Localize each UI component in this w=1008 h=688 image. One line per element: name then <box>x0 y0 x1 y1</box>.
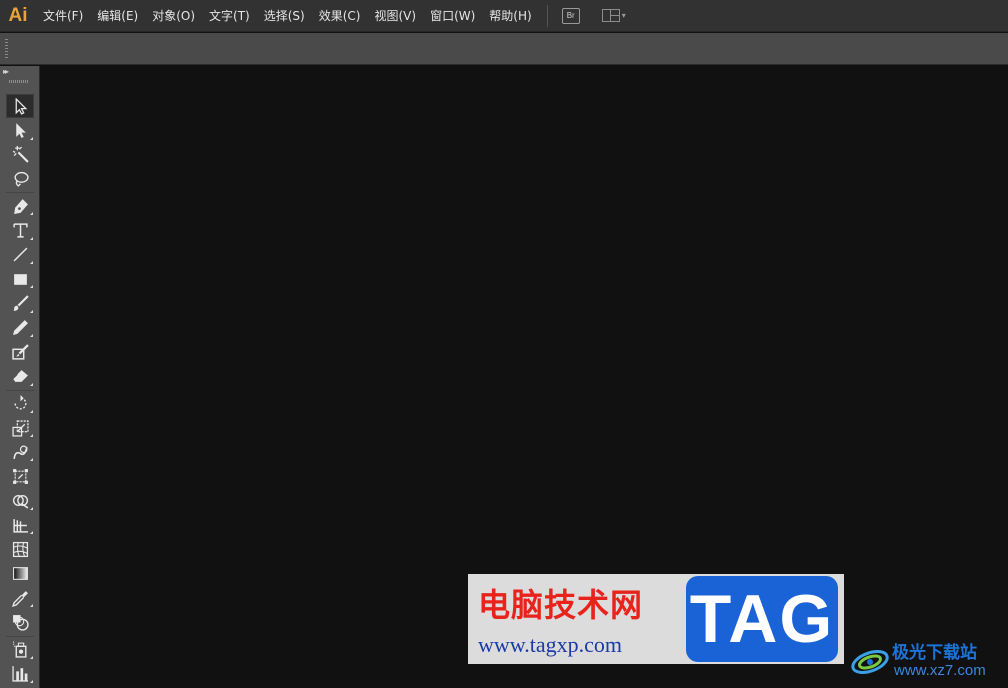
pen-icon <box>13 198 28 214</box>
column-graph-icon <box>11 666 28 683</box>
gradient-icon <box>12 567 28 581</box>
tool-separator <box>6 635 34 637</box>
tool-list <box>6 94 34 688</box>
bridge-button[interactable]: Br <box>561 7 580 24</box>
watermark-tagxp: 电脑技术网 www.tagxp.com TAG <box>468 574 844 664</box>
flyout-indicator <box>30 458 33 462</box>
free-transform-icon <box>12 469 28 485</box>
pencil-icon <box>12 320 28 336</box>
tool-gradient[interactable] <box>6 562 34 586</box>
flyout-indicator <box>30 212 33 216</box>
watermark-xz7-url: www.xz7.com <box>894 662 986 679</box>
menu-window[interactable]: 窗口(W) <box>423 0 482 32</box>
flyout-indicator <box>30 261 33 265</box>
menu-view[interactable]: 视图(V) <box>367 0 423 32</box>
flyout-indicator <box>30 655 33 659</box>
tool-rectangle[interactable] <box>6 267 34 291</box>
type-icon <box>12 223 28 238</box>
tool-eyedropper[interactable] <box>6 586 34 610</box>
tool-lasso[interactable] <box>6 167 34 191</box>
tool-perspective-grid[interactable] <box>6 513 34 537</box>
lasso-icon <box>13 171 29 187</box>
menu-object[interactable]: 对象(O) <box>145 0 202 32</box>
tool-eraser[interactable] <box>6 364 34 388</box>
paintbrush-icon <box>12 295 29 311</box>
tools-panel-grip[interactable] <box>9 80 29 83</box>
menu-help[interactable]: 帮助(H) <box>482 0 538 32</box>
tool-column-graph[interactable] <box>6 662 34 686</box>
flyout-indicator <box>30 136 33 140</box>
symbol-sprayer-icon <box>12 641 27 658</box>
watermark-tagxp-title: 电脑技术网 <box>478 586 644 624</box>
tool-selection[interactable] <box>6 94 34 119</box>
blend-icon <box>12 614 29 631</box>
tool-paintbrush[interactable] <box>6 291 34 315</box>
flyout-indicator <box>30 309 33 313</box>
magic-wand-icon <box>12 146 29 163</box>
menu-edit[interactable]: 编辑(E) <box>90 0 145 32</box>
control-bar-grip[interactable] <box>5 39 8 59</box>
shape-builder-icon <box>12 495 28 509</box>
tool-warp[interactable] <box>6 440 34 464</box>
tool-type[interactable] <box>6 218 34 242</box>
tool-free-transform[interactable] <box>6 464 34 488</box>
tool-blend[interactable] <box>6 610 34 634</box>
tool-separator <box>6 192 34 194</box>
tool-pen[interactable] <box>6 194 34 218</box>
tool-mesh[interactable] <box>6 537 34 561</box>
watermark-xz7: 极光下载站 www.xz7.com <box>848 636 1006 686</box>
flyout-indicator <box>30 236 33 240</box>
eyedropper-icon <box>11 590 28 607</box>
workspace-switcher[interactable]: ▾ <box>601 9 626 22</box>
selection-arrow-icon <box>15 97 27 115</box>
tool-pencil[interactable] <box>6 316 34 340</box>
menu-select[interactable]: 选择(S) <box>257 0 312 32</box>
direct-selection-icon <box>15 123 26 138</box>
tool-direct-selection[interactable] <box>6 118 34 142</box>
flyout-indicator <box>30 507 33 511</box>
menu-type[interactable]: 文字(T) <box>202 0 257 32</box>
flyout-indicator <box>30 409 33 413</box>
tool-scale[interactable] <box>6 416 34 440</box>
menu-file[interactable]: 文件(F) <box>36 0 90 32</box>
flyout-indicator <box>30 285 33 289</box>
perspective-grid-icon <box>12 518 28 533</box>
flyout-indicator <box>30 604 33 608</box>
control-bar <box>0 33 1008 65</box>
watermark-tagxp-url: www.tagxp.com <box>478 632 622 657</box>
rectangle-icon <box>13 273 27 285</box>
eraser-icon <box>12 370 28 382</box>
aurora-logo-icon <box>851 650 889 674</box>
watermark-xz7-name: 极光下载站 <box>892 643 977 663</box>
chevron-down-icon: ▾ <box>621 11 626 20</box>
tool-separator <box>6 389 34 391</box>
flyout-indicator <box>30 680 33 684</box>
menu-separator <box>546 4 548 27</box>
watermark-tag-badge: TAG <box>686 576 838 662</box>
menu-bar: Ai 文件(F) 编辑(E) 对象(O) 文字(T) 选择(S) 效果(C) 视… <box>0 0 1008 32</box>
flyout-indicator <box>30 382 33 386</box>
menu-effect[interactable]: 效果(C) <box>312 0 368 32</box>
tools-panel: ▸▸ <box>0 66 40 688</box>
flyout-indicator <box>30 531 33 535</box>
blob-brush-icon <box>11 343 29 360</box>
flyout-indicator <box>30 333 33 337</box>
line-segment-icon <box>13 248 27 262</box>
app-logo: Ai <box>8 4 28 26</box>
tool-shape-builder[interactable] <box>6 489 34 513</box>
tool-line-segment[interactable] <box>6 243 34 267</box>
collapse-panel-icon[interactable]: ▸▸ <box>3 67 9 76</box>
scale-icon <box>11 419 29 437</box>
rotate-icon <box>13 395 26 410</box>
tool-rotate[interactable] <box>6 392 34 416</box>
layout-grid-icon <box>601 9 620 22</box>
tool-symbol-sprayer[interactable] <box>6 638 34 662</box>
mesh-icon <box>12 541 28 558</box>
warp-icon <box>12 445 28 459</box>
flyout-indicator <box>30 434 33 438</box>
tool-magic-wand[interactable] <box>6 143 34 167</box>
tool-blob-brush[interactable] <box>6 340 34 364</box>
